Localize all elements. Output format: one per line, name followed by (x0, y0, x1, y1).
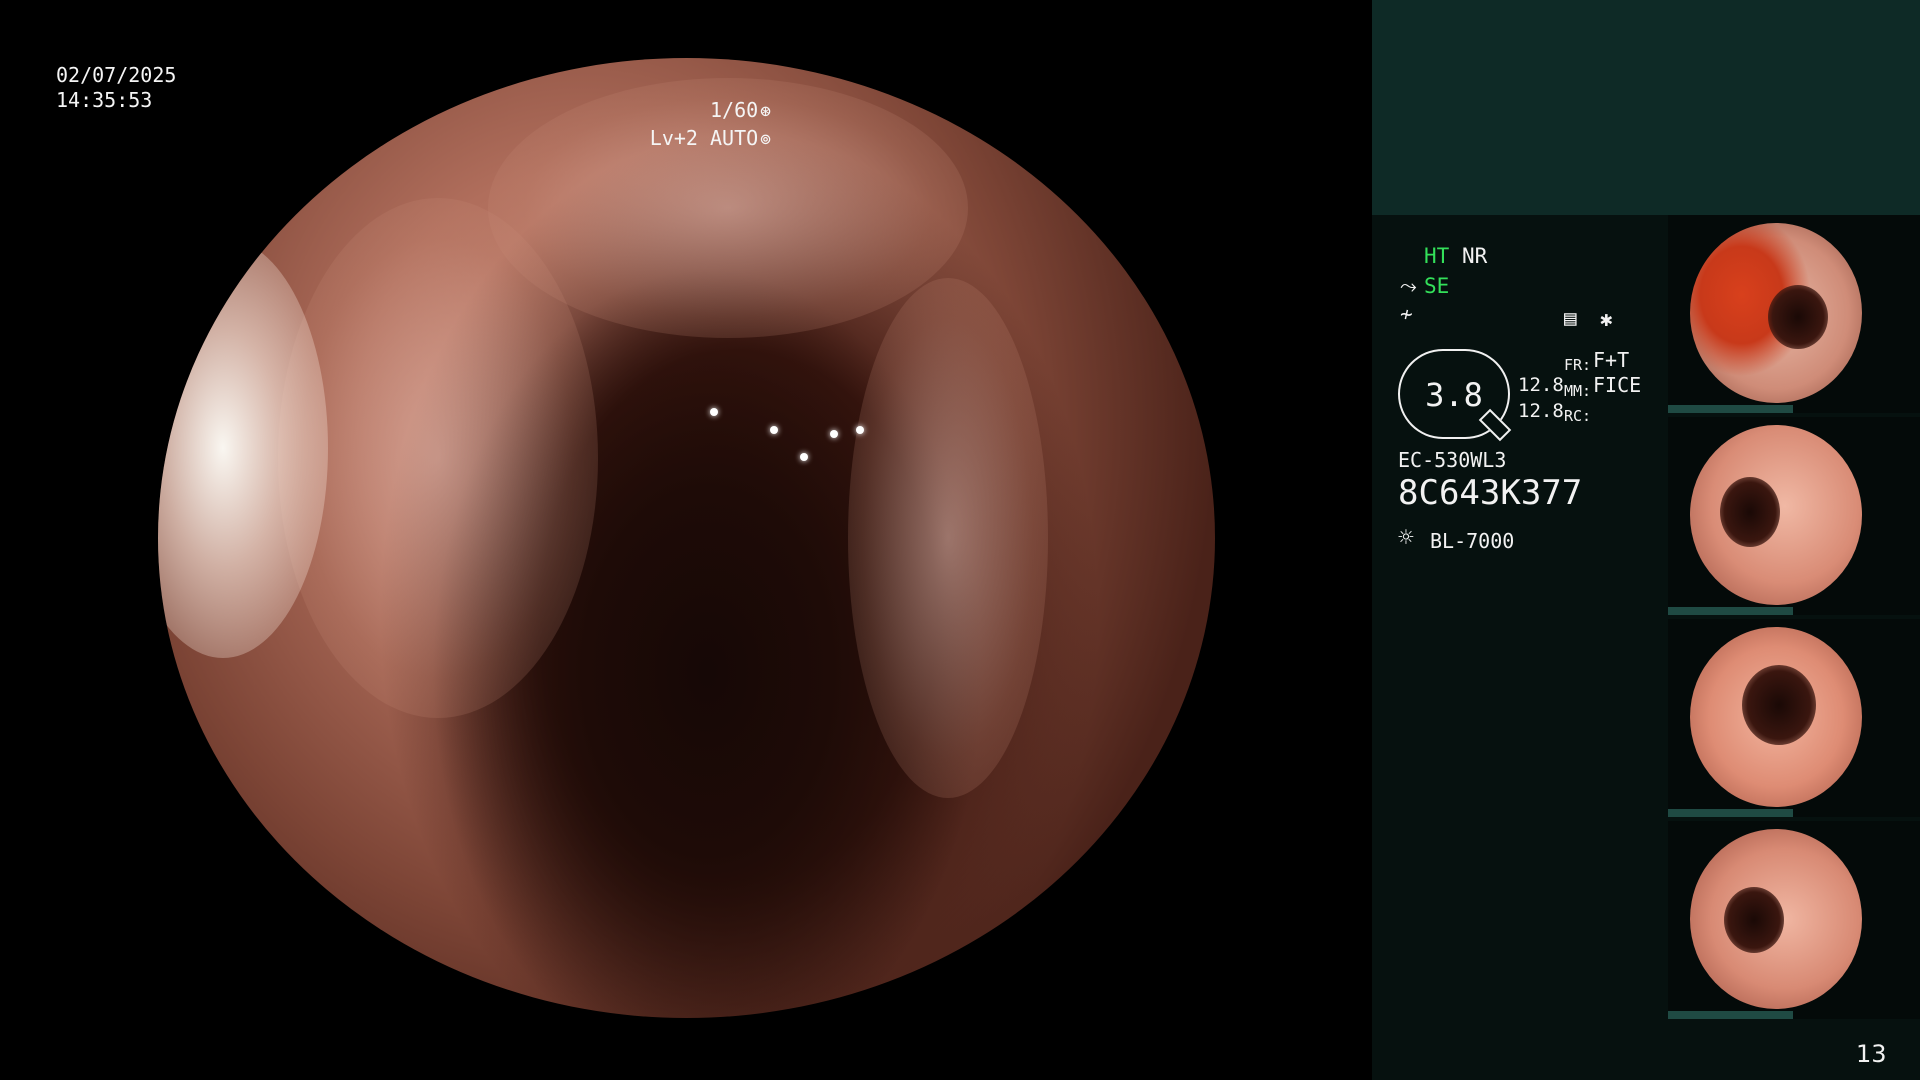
captured-thumbnail[interactable] (1668, 417, 1920, 615)
se-mode-label: SE (1424, 274, 1450, 298)
rc-label: RC: (1564, 407, 1592, 425)
shutter-value: 1/60 (709, 98, 759, 122)
thumbnail-status-bar (1668, 1011, 1793, 1019)
reflection-spot (710, 408, 718, 416)
scope-tip-icon: ⤳ (1400, 274, 1417, 298)
edge-enhance-icon: ≁ (1400, 302, 1413, 326)
reflection-spot (770, 426, 778, 434)
level-value: Lv+2 AUTO (649, 126, 759, 150)
aperture-icon: ⊛ (760, 101, 771, 122)
lumen (1742, 665, 1816, 745)
thumbnail-image (1690, 425, 1862, 605)
thumbnail-image (1690, 627, 1862, 807)
mm-value: FICE (1593, 373, 1642, 397)
ht-mode-label: HT (1424, 244, 1450, 268)
fr-label: FR: (1564, 356, 1592, 374)
iris-icon: ⊚ (760, 129, 771, 150)
thumbnail-status-bar (1668, 809, 1793, 817)
zoom-value: 3.8 (1425, 376, 1483, 414)
reflection-spot (800, 453, 808, 461)
endoscope-view: 02/07/2025 14:35:53 1/60 ⊛ Lv+2 AUTO ⊚ (0, 0, 1372, 1080)
lumen (1768, 285, 1828, 349)
thumbnail-status-bar (1668, 405, 1793, 413)
light-source-icon: ☼ (1398, 523, 1414, 553)
thumbnail-image (1690, 829, 1862, 1009)
lumen (1720, 477, 1780, 547)
size-readout-1: 12.8 (1518, 374, 1564, 396)
zoom-badge: 3.8 (1398, 349, 1512, 442)
info-side-panel: HT NR ⤳ SE ≁ ▤ ✱ 3.8 12.8 12.8 FR: F+T M… (1372, 0, 1920, 1080)
mucosal-fold (848, 278, 1048, 798)
scope-model: EC-530WL3 (1398, 448, 1507, 472)
size-readout-2: 12.8 (1518, 400, 1564, 422)
captured-thumbnail[interactable] (1668, 619, 1920, 817)
captured-thumbnail[interactable] (1668, 215, 1920, 413)
captured-image-strip (1668, 215, 1920, 1019)
exam-time: 14:35:53 (56, 88, 153, 112)
thumbnail-image (1690, 223, 1862, 403)
lumen (1724, 887, 1784, 953)
endoscopic-image (158, 58, 1215, 1018)
scope-settings-area: HT NR ⤳ SE ≁ ▤ ✱ 3.8 12.8 12.8 FR: F+T M… (1372, 215, 1668, 1080)
brightness-level-readout: Lv+2 AUTO ⊚ (650, 126, 771, 152)
shutter-readout: 1/60 ⊛ (710, 98, 771, 124)
magnifier-handle-icon (1478, 408, 1512, 442)
reflection-spot (830, 430, 838, 438)
page-number: 13 (1856, 1040, 1887, 1068)
fr-value: F+T (1593, 348, 1630, 372)
reflection-spot (856, 426, 864, 434)
nr-mode-label: NR (1462, 244, 1488, 268)
exam-date: 02/07/2025 (56, 63, 177, 87)
light-source-model: BL-7000 (1430, 529, 1515, 553)
asterisk-icon: ✱ (1600, 307, 1613, 331)
scope-serial: 8C643K377 (1398, 473, 1583, 513)
mm-label: MM: (1564, 382, 1592, 400)
patient-info-area (1372, 0, 1920, 215)
captured-thumbnail[interactable] (1668, 821, 1920, 1019)
scan-mode-icon: ▤ (1564, 306, 1577, 330)
thumbnail-status-bar (1668, 607, 1793, 615)
